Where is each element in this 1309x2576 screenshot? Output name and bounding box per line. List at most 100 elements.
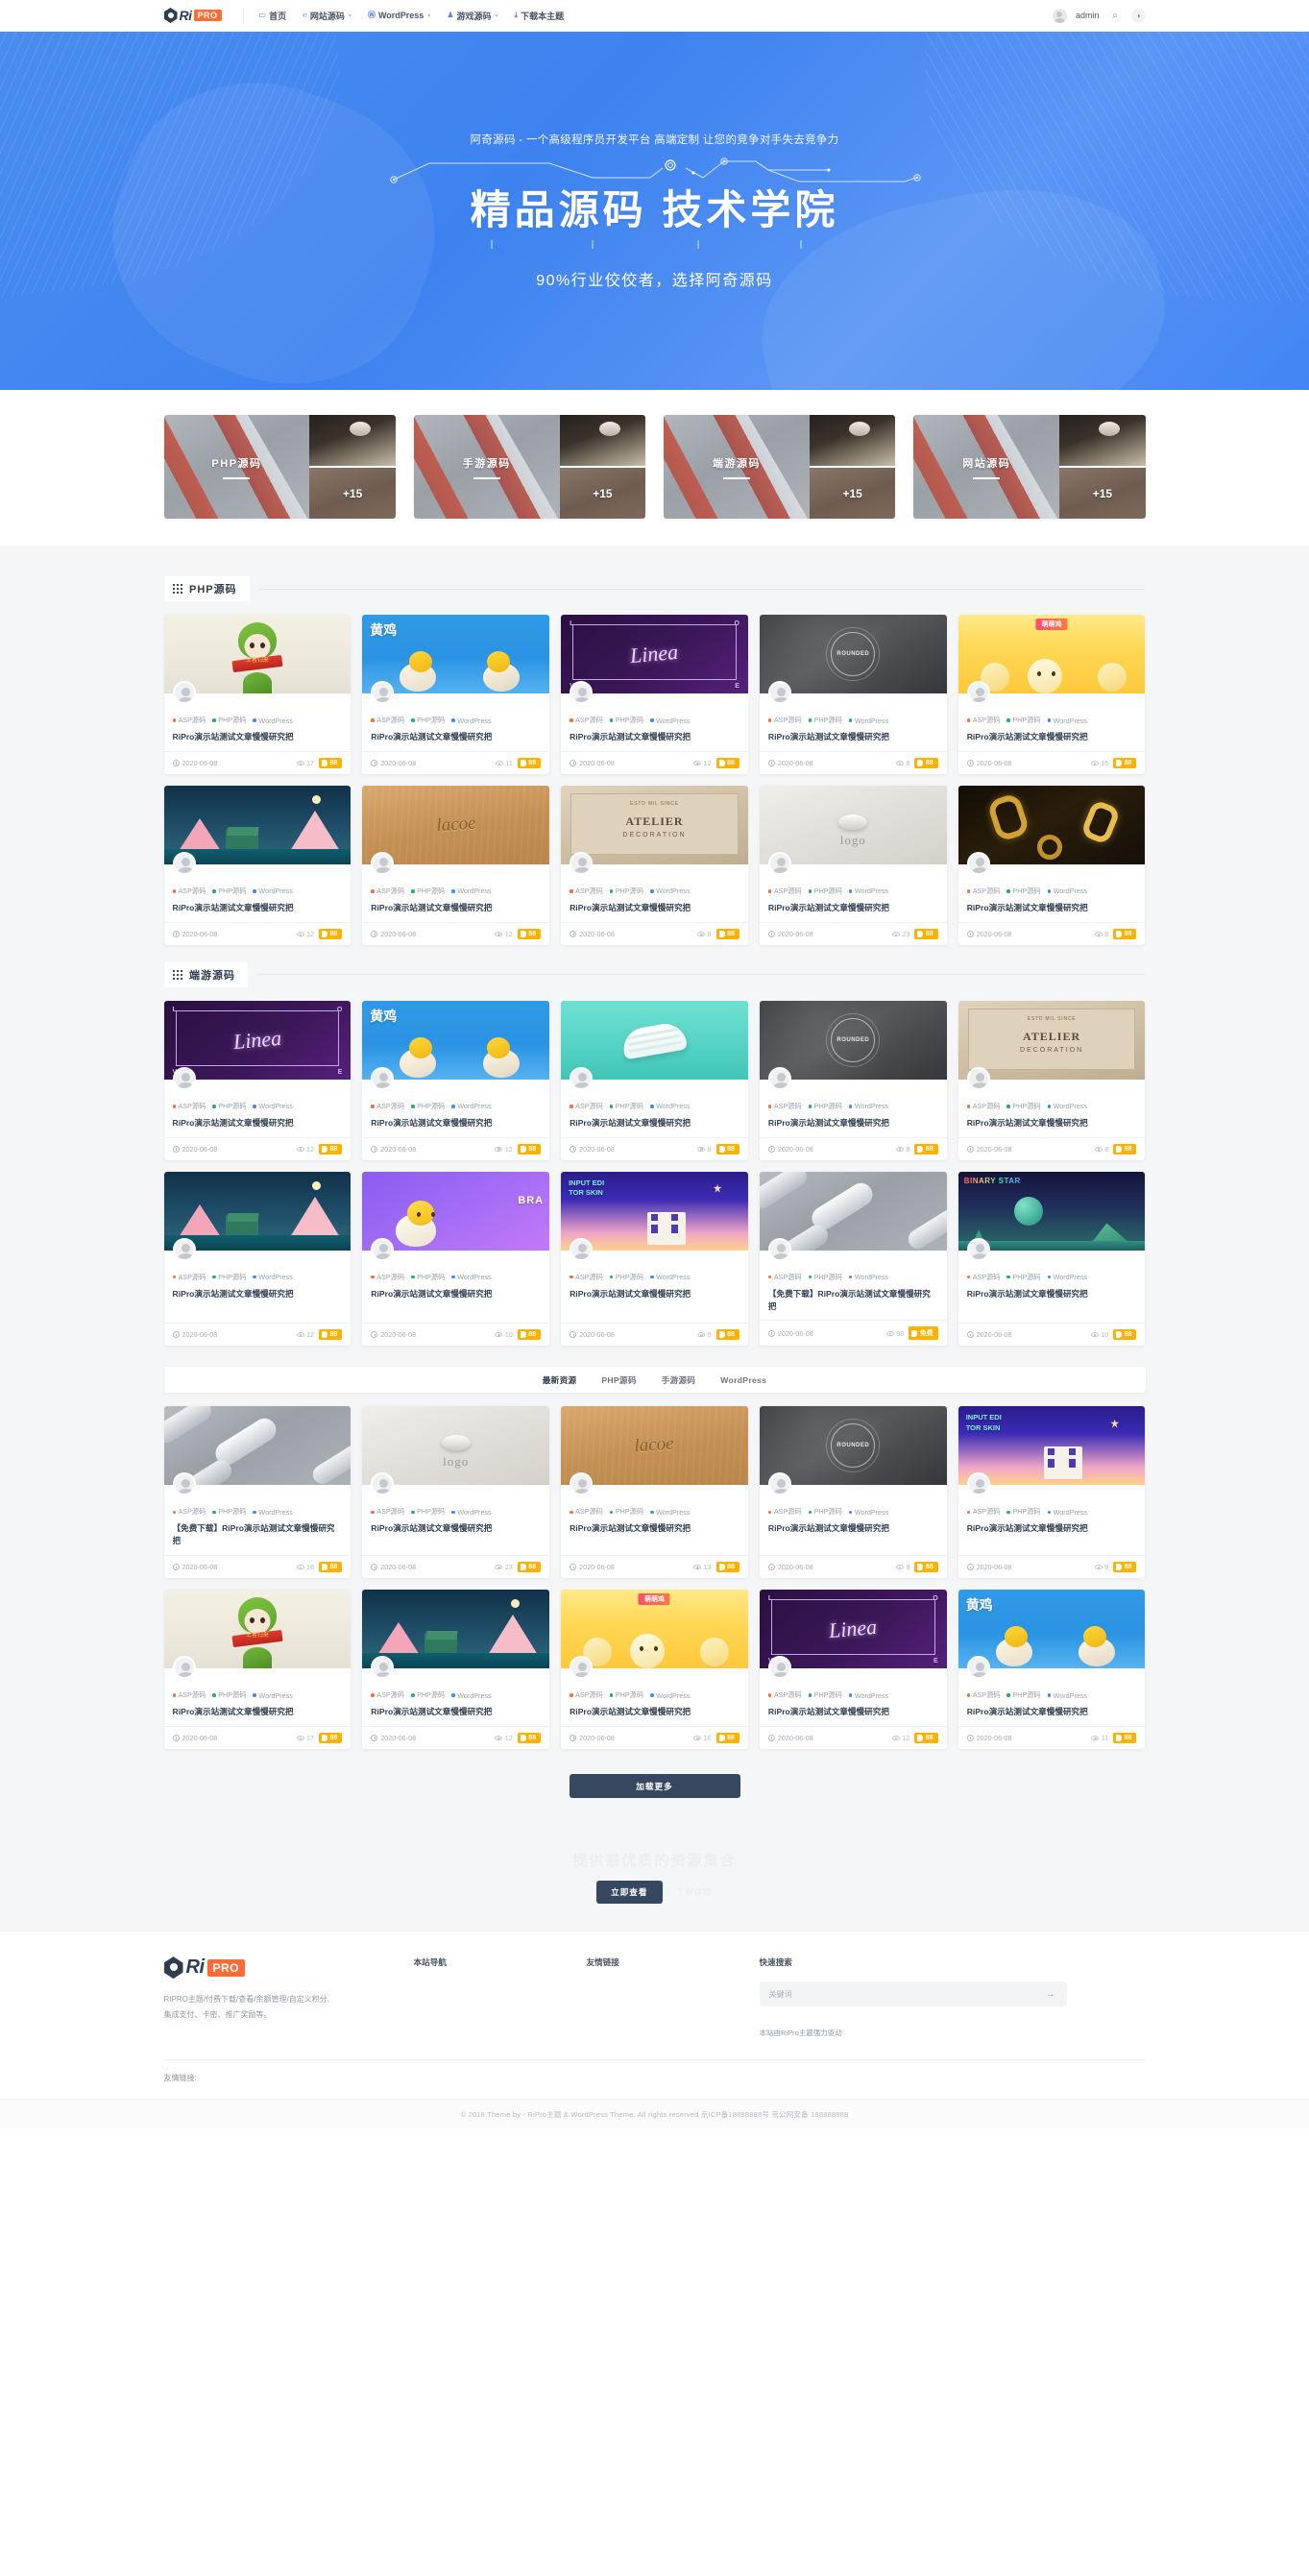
card-category-tag[interactable]: PHP源码 xyxy=(212,1102,246,1111)
post-title[interactable]: RiPro演示站测试文章慢慢研究把 xyxy=(173,1117,343,1137)
card-category-tag[interactable]: PHP源码 xyxy=(1006,1690,1041,1700)
card-category-tag[interactable]: PHP源码 xyxy=(609,1273,643,1282)
card-category-tag[interactable]: PHP源码 xyxy=(411,1690,445,1700)
post-title[interactable]: RiPro演示站测试文章慢慢研究把 xyxy=(967,1706,1137,1726)
post-title[interactable]: RiPro演示站测试文章慢慢研究把 xyxy=(570,1117,739,1137)
card-category-tag[interactable]: PHP源码 xyxy=(1006,887,1041,896)
post-card[interactable]: ASP源码 PHP源码 WordPress 【免费下载】RiPro演示站测试文章… xyxy=(163,1406,351,1579)
card-category-tag[interactable]: WordPress xyxy=(451,716,492,725)
post-title[interactable]: 【免费下载】RiPro演示站测试文章慢慢研究把 xyxy=(173,1522,343,1555)
card-category-tag[interactable]: ASP源码 xyxy=(371,716,404,725)
post-price-badge[interactable]: 88 xyxy=(1113,1562,1137,1573)
card-category-tag[interactable]: PHP源码 xyxy=(411,1507,445,1517)
post-thumbnail[interactable]: INPUT EDI TOR SKIN xyxy=(958,1406,1146,1486)
post-title[interactable]: RiPro演示站测试文章慢慢研究把 xyxy=(967,1117,1137,1137)
post-title[interactable]: RiPro演示站测试文章慢慢研究把 xyxy=(371,1706,541,1726)
post-thumbnail[interactable]: 黄鸡 xyxy=(362,1000,550,1080)
post-card[interactable]: ASP源码 PHP源码 WordPress RiPro演示站测试文章慢慢研究把 … xyxy=(163,785,351,945)
card-category-tag[interactable]: PHP源码 xyxy=(411,887,445,896)
card-category-tag[interactable]: PHP源码 xyxy=(411,1273,445,1282)
post-thumbnail[interactable] xyxy=(163,785,351,864)
card-category-tag[interactable]: PHP源码 xyxy=(1006,1507,1041,1517)
post-title[interactable]: RiPro演示站测试文章慢慢研究把 xyxy=(173,731,343,751)
post-price-badge[interactable]: 88 xyxy=(319,1329,343,1341)
card-category-tag[interactable]: WordPress xyxy=(253,887,293,896)
card-category-tag[interactable]: WordPress xyxy=(650,1690,690,1700)
post-price-badge[interactable]: 88 xyxy=(517,1329,542,1341)
post-thumbnail[interactable] xyxy=(759,1171,947,1251)
cta-primary-button[interactable]: 立即查看 xyxy=(596,1881,663,1905)
card-category-tag[interactable]: ASP源码 xyxy=(570,1102,603,1111)
author-avatar[interactable] xyxy=(172,1656,196,1680)
post-card[interactable]: ROUNDED ASP源码 PHP源码 WordPress RiPro演示站测试… xyxy=(759,1000,947,1160)
cta-secondary-link[interactable]: 了解详情 xyxy=(676,1886,713,1898)
card-category-tag[interactable]: WordPress xyxy=(253,1102,293,1111)
author-avatar[interactable] xyxy=(172,1237,196,1261)
author-avatar[interactable] xyxy=(767,1237,791,1261)
card-category-tag[interactable]: PHP源码 xyxy=(609,1102,643,1111)
post-title[interactable]: RiPro演示站测试文章慢慢研究把 xyxy=(768,1706,938,1726)
post-thumbnail[interactable]: INPUT EDI TOR SKIN xyxy=(561,1171,748,1251)
card-category-tag[interactable]: WordPress xyxy=(848,1690,888,1700)
post-title[interactable]: RiPro演示站测试文章慢慢研究把 xyxy=(768,1522,938,1543)
search-icon[interactable]: ⌕ xyxy=(1108,9,1123,23)
post-price-badge[interactable]: 88 xyxy=(715,757,739,768)
author-avatar[interactable] xyxy=(371,851,395,875)
post-title[interactable]: RiPro演示站测试文章慢慢研究把 xyxy=(570,1288,739,1308)
post-price-badge[interactable]: 88 xyxy=(715,1562,739,1573)
card-category-tag[interactable]: WordPress xyxy=(848,716,888,725)
author-avatar[interactable] xyxy=(966,681,990,704)
author-avatar[interactable] xyxy=(966,1066,990,1090)
post-thumbnail[interactable]: BRA xyxy=(362,1171,550,1251)
card-category-tag[interactable]: ASP源码 xyxy=(172,1690,206,1700)
category-card-3[interactable]: 端游源码 +15 xyxy=(664,415,896,519)
post-price-badge[interactable]: 88 xyxy=(517,1143,542,1154)
post-price-badge[interactable]: 88 xyxy=(715,1143,739,1154)
post-price-badge[interactable]: 88 xyxy=(715,928,739,939)
post-price-badge[interactable]: 88 xyxy=(914,1143,938,1154)
card-category-tag[interactable]: ASP源码 xyxy=(371,1690,404,1700)
post-card[interactable]: ASP源码 PHP源码 WordPress RiPro演示站测试文章慢慢研究把 … xyxy=(561,1000,748,1160)
card-category-tag[interactable]: WordPress xyxy=(650,887,690,896)
card-category-tag[interactable]: PHP源码 xyxy=(609,887,643,896)
post-price-badge[interactable]: 88 xyxy=(715,1329,739,1341)
category-card-1[interactable]: PHP源码 +15 xyxy=(163,415,396,519)
card-category-tag[interactable]: ASP源码 xyxy=(767,1507,802,1517)
author-avatar[interactable] xyxy=(371,1472,395,1496)
card-category-tag[interactable]: ASP源码 xyxy=(371,1273,404,1282)
post-card[interactable]: lacoe ASP源码 PHP源码 WordPress RiPro演示站测试文章… xyxy=(561,1406,748,1579)
post-card[interactable]: INPUT EDI TOR SKIN ASP源码 PHP源码 WordPress … xyxy=(561,1171,748,1347)
card-category-tag[interactable]: PHP源码 xyxy=(212,1273,246,1282)
card-category-tag[interactable]: ASP源码 xyxy=(371,887,404,896)
card-category-tag[interactable]: PHP源码 xyxy=(808,1507,842,1517)
post-title[interactable]: 【免费下载】RiPro演示站测试文章慢慢研究把 xyxy=(768,1288,938,1321)
post-card[interactable]: L O V E Linea ASP源码 PHP源码 WordPress RiPr… xyxy=(163,1000,351,1160)
card-category-tag[interactable]: WordPress xyxy=(650,716,690,725)
post-price-badge[interactable]: 88 xyxy=(319,757,343,768)
card-category-tag[interactable]: ASP源码 xyxy=(570,1507,603,1517)
card-category-tag[interactable]: ASP源码 xyxy=(966,1102,1000,1111)
card-category-tag[interactable]: WordPress xyxy=(1047,1102,1087,1111)
post-card[interactable]: ESTD MIL SINCE ATELIER DECORATION ASP源码 … xyxy=(958,1000,1146,1160)
post-price-badge[interactable]: 88 xyxy=(517,757,542,768)
author-avatar[interactable] xyxy=(371,1656,395,1680)
author-avatar[interactable] xyxy=(570,1237,594,1261)
post-price-badge[interactable]: 88 xyxy=(1113,1329,1137,1341)
post-title[interactable]: RiPro演示站测试文章慢慢研究把 xyxy=(570,731,739,751)
card-category-tag[interactable]: PHP源码 xyxy=(609,1507,643,1517)
footer-logo[interactable]: Ri PRO xyxy=(163,1956,414,1980)
post-card[interactable]: lacoe ASP源码 PHP源码 WordPress RiPro演示站测试文章… xyxy=(362,785,550,945)
post-thumbnail[interactable]: logo xyxy=(759,785,947,864)
post-card[interactable]: ROUNDED ASP源码 PHP源码 WordPress RiPro演示站测试… xyxy=(759,1406,947,1579)
card-category-tag[interactable]: WordPress xyxy=(848,1507,888,1517)
post-title[interactable]: RiPro演示站测试文章慢慢研究把 xyxy=(371,1117,541,1137)
post-thumbnail[interactable]: BINARY STAR xyxy=(958,1171,1146,1251)
post-card[interactable]: ROUNDED ASP源码 PHP源码 WordPress RiPro演示站测试… xyxy=(759,615,947,774)
post-title[interactable]: RiPro演示站测试文章慢慢研究把 xyxy=(768,1117,938,1137)
author-avatar[interactable] xyxy=(966,1237,990,1261)
card-category-tag[interactable]: PHP源码 xyxy=(411,1102,445,1111)
card-category-tag[interactable]: WordPress xyxy=(253,1273,293,1282)
post-card[interactable]: ASP源码 PHP源码 WordPress 【免费下载】RiPro演示站测试文章… xyxy=(759,1171,947,1347)
post-price-badge[interactable]: 88 xyxy=(914,757,938,768)
card-category-tag[interactable]: WordPress xyxy=(650,1102,690,1111)
